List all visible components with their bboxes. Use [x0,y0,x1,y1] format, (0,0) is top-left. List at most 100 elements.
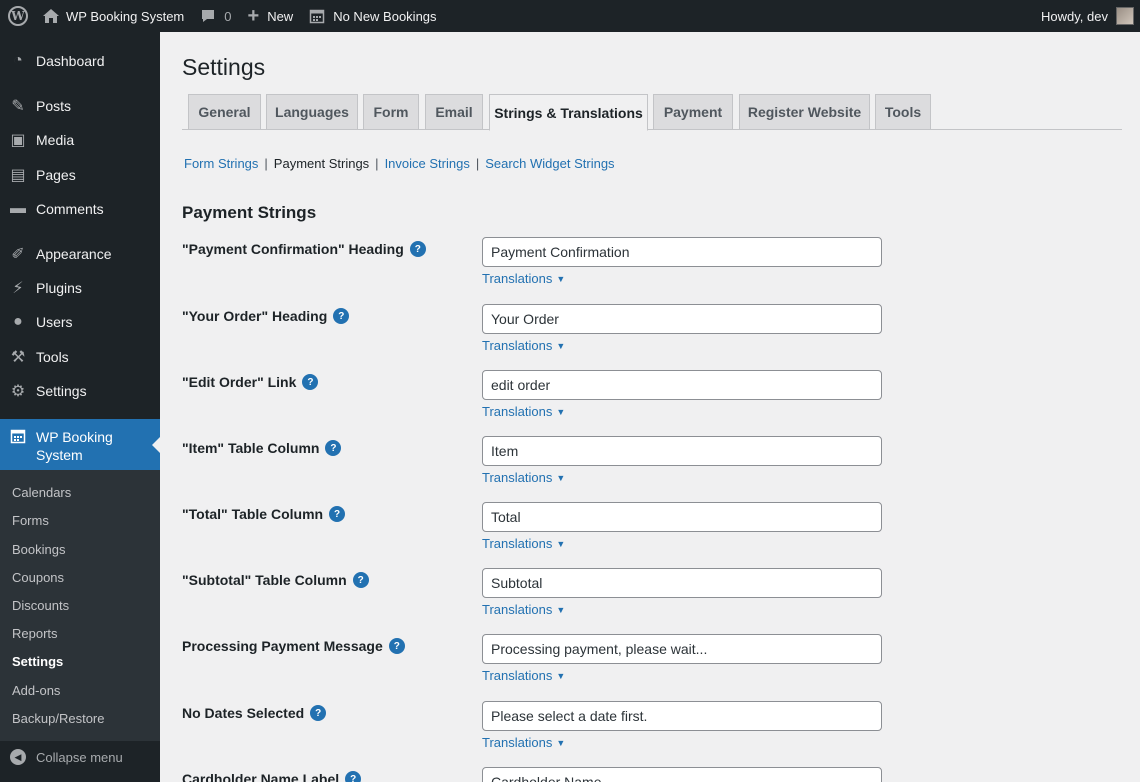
subnav-invoice-strings[interactable]: Invoice Strings [385,156,470,171]
edit-order-link-label: "Edit Order" Link? [182,374,319,390]
field-label-text: Cardholder Name Label [182,771,340,782]
translations-label: Translations [482,338,553,353]
tab-register-website[interactable]: Register Website [739,94,870,130]
translations-label: Translations [482,668,553,683]
field-label-text: "Item" Table Column [182,440,320,456]
processing-payment-message-label: Processing Payment Message? [182,638,405,654]
new-label: New [267,8,294,24]
translations-toggle[interactable]: Translations ▼ [482,536,565,551]
subnav-payment-strings[interactable]: Payment Strings [274,156,369,171]
sidebar-item-appearance[interactable]: ✐ Appearance [0,243,160,265]
field-label-text: "Total" Table Column [182,506,324,522]
submenu-calendars[interactable]: Calendars [12,485,71,500]
no-dates-selected-input[interactable] [482,701,882,731]
comments-count: 0 [224,8,232,24]
sidebar-item-label: Settings [36,383,87,399]
your-order-heading-label: "Your Order" Heading? [182,308,350,324]
help-icon[interactable]: ? [352,572,369,588]
sidebar-item-plugins[interactable]: ⚡ Plugins [0,277,160,299]
sidebar-item-label: Tools [36,349,69,365]
bookings-link[interactable]: No New Bookings [309,0,437,32]
subnav-separator: | [475,156,480,171]
sidebar-item-dashboard[interactable]: ◔ Dashboard [0,50,160,72]
comments-link[interactable]: 0 [200,0,232,32]
sidebar-item-posts[interactable]: ✎ Posts [0,95,160,117]
sidebar-item-label: Comments [36,201,104,217]
translations-toggle[interactable]: Translations ▼ [482,404,565,419]
subtotal-table-column-input[interactable] [482,568,882,598]
translations-toggle[interactable]: Translations ▼ [482,338,565,353]
sidebar-label-line1: WP Booking [36,429,113,445]
user-icon: ● [13,313,23,330]
field-label-text: "Subtotal" Table Column [182,572,347,588]
submenu-forms[interactable]: Forms [12,513,49,528]
wrench-icon: ⚒ [10,349,26,366]
edit-order-link-input[interactable] [482,370,882,400]
submenu-add-ons[interactable]: Add-ons [12,683,60,698]
submenu-reports[interactable]: Reports [12,626,58,641]
submenu-bookings[interactable]: Bookings [12,542,65,557]
subnav-separator: | [375,156,379,171]
help-icon[interactable]: ? [409,241,426,257]
field-label-text: "Payment Confirmation" Heading [182,241,404,257]
translations-toggle[interactable]: Translations ▼ [482,602,565,617]
field-label-text: "Your Order" Heading [182,308,328,324]
plugin-icon: ⚡ [12,280,24,297]
help-icon[interactable]: ? [310,705,327,721]
field-label-text: "Edit Order" Link [182,374,297,390]
sidebar-item-label: Users [36,314,73,330]
help-icon[interactable]: ? [388,638,405,654]
collapse-menu-button[interactable]: ◀ Collapse menu [0,746,160,768]
total-table-column-input[interactable] [482,502,882,532]
subnav-form-strings[interactable]: Form Strings [184,156,258,171]
help-icon[interactable]: ? [302,374,319,390]
avatar [1116,7,1134,25]
new-content-link[interactable]: + New [248,0,294,32]
translations-label: Translations [482,271,553,286]
translations-toggle[interactable]: Translations ▼ [482,470,565,485]
pushpin-icon: ✎ [11,98,25,115]
help-icon[interactable]: ? [329,506,346,522]
submenu-discounts[interactable]: Discounts [12,598,69,613]
tab-form[interactable]: Form [363,94,419,130]
sidebar-item-wp-booking-system[interactable]: WP Booking System [0,419,160,470]
help-icon[interactable]: ? [333,308,350,324]
tab-general[interactable]: General [188,94,261,130]
help-icon[interactable]: ? [325,440,342,456]
tab-languages[interactable]: Languages [266,94,358,130]
payment-confirmation-heading-input[interactable] [482,237,882,267]
site-name-link[interactable]: WP Booking System [42,0,184,32]
submenu-settings[interactable]: Settings [12,654,63,669]
wordpress-logo-icon[interactable]: W [0,0,36,32]
no-dates-selected-label: No Dates Selected? [182,705,327,721]
translations-label: Translations [482,404,553,419]
brush-icon: ✐ [11,246,25,263]
tab-email[interactable]: Email [425,94,483,130]
admin-sidebar: ◔ Dashboard ✎ Posts ▣ Media ▤ Pages ▬ Co… [0,32,160,782]
caret-down-icon: ▼ [556,604,566,615]
submenu-coupons[interactable]: Coupons [12,570,64,585]
sidebar-item-tools[interactable]: ⚒ Tools [0,346,160,368]
subnav-search-widget-strings[interactable]: Search Widget Strings [485,156,614,171]
processing-payment-message-input[interactable] [482,634,882,664]
translations-toggle[interactable]: Translations ▼ [482,735,565,750]
cardholder-name-input[interactable] [482,767,882,782]
sidebar-item-pages[interactable]: ▤ Pages [0,164,160,186]
tab-strings-translations[interactable]: Strings & Translations [489,94,648,131]
sidebar-item-comments[interactable]: ▬ Comments [0,198,160,220]
booking-submenu: Calendars Forms Bookings Coupons Discoun… [0,470,160,741]
tab-tools[interactable]: Tools [875,94,931,130]
translations-toggle[interactable]: Translations ▼ [482,668,565,683]
tab-payment[interactable]: Payment [653,94,733,130]
my-account[interactable]: Howdy, dev [1041,0,1134,32]
item-table-column-input[interactable] [482,436,882,466]
subnav-separator: | [264,156,268,171]
sidebar-item-media[interactable]: ▣ Media [0,129,160,151]
submenu-backup-restore[interactable]: Backup/Restore [12,711,105,726]
sidebar-item-settings[interactable]: ⚙ Settings [0,380,160,402]
settings-tabs: General Languages Form Email Strings & T… [182,94,1122,131]
sidebar-item-users[interactable]: ● Users [0,311,160,333]
your-order-heading-input[interactable] [482,304,882,334]
translations-toggle[interactable]: Translations ▼ [482,271,565,286]
help-icon[interactable]: ? [345,771,362,782]
